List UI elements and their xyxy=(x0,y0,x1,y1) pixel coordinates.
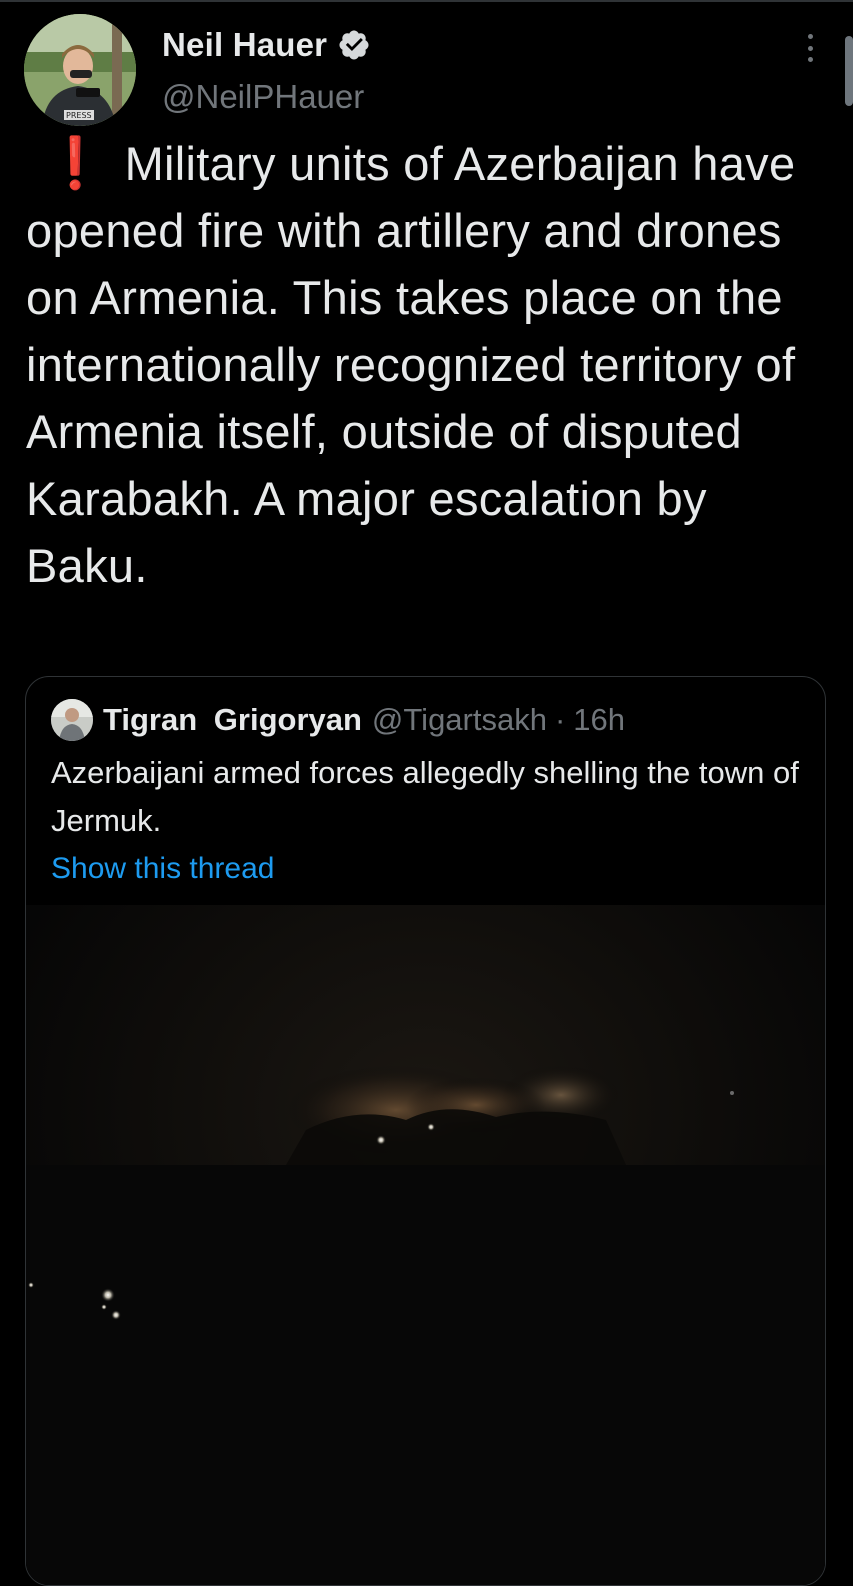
dot xyxy=(807,34,813,39)
quoted-tweet-header: Tigran Grigoryan @Tigartsakh · 16h xyxy=(51,698,625,742)
quoted-author-name: Tigran Grigoryan xyxy=(103,702,362,737)
show-thread-link[interactable]: Show this thread xyxy=(51,849,274,889)
more-options-icon[interactable] xyxy=(800,32,820,64)
quoted-avatar-photo-icon xyxy=(51,699,93,741)
dot xyxy=(807,45,813,51)
author-handle[interactable]: @NeilPHauer xyxy=(162,78,364,116)
quoted-tweet-text: Azerbaijani armed forces allegedly shell… xyxy=(51,755,799,838)
tweet-body: Military units of Azerbaijan have opened… xyxy=(26,137,809,592)
verified-badge-icon xyxy=(339,30,369,60)
top-divider xyxy=(0,0,853,2)
quoted-author-handle: @Tigartsakh xyxy=(371,702,547,737)
quoted-tweet-card[interactable]: Tigran Grigoryan @Tigartsakh · 16h Azerb… xyxy=(25,676,826,1586)
avatar-photo-icon: PRESS xyxy=(24,14,136,126)
scrollbar-thumb[interactable] xyxy=(845,36,853,106)
author-avatar[interactable]: PRESS xyxy=(24,14,136,126)
red-exclamation-icon: ❗ xyxy=(44,135,107,191)
svg-text:PRESS: PRESS xyxy=(66,111,92,120)
quoted-author-avatar xyxy=(51,699,93,741)
night-shelling-video-icon xyxy=(26,905,825,1585)
tweet-text: ❗ Military units of Azerbaijan have opene… xyxy=(26,130,826,599)
separator-dot: · xyxy=(554,702,566,737)
quoted-tweet-media[interactable] xyxy=(26,905,825,1585)
quoted-tweet-time: 16h xyxy=(573,702,626,737)
author-display-name[interactable]: Neil Hauer xyxy=(162,26,327,64)
dot xyxy=(807,57,813,62)
